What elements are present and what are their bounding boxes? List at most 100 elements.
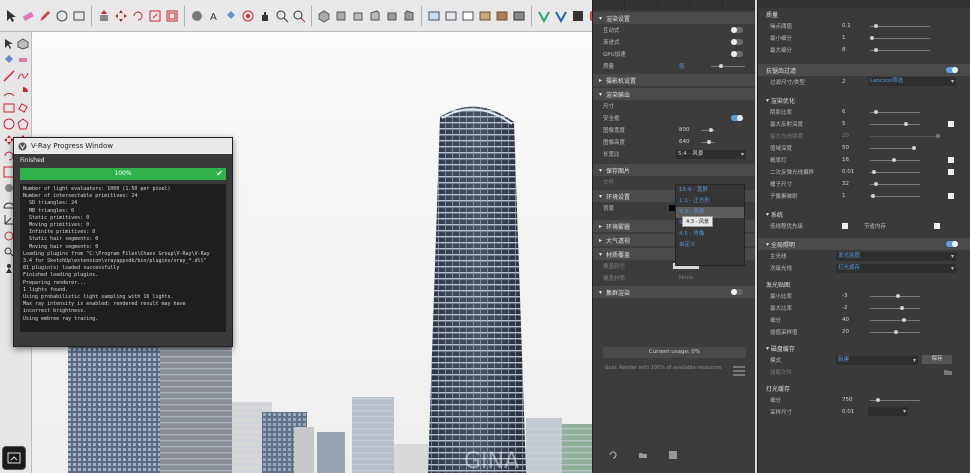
low-thread-checkbox[interactable] <box>842 223 848 229</box>
show-desktop-icon[interactable] <box>2 446 26 470</box>
primary-dropdown[interactable]: 发光贴图 ▾ <box>836 251 956 261</box>
right-view-icon[interactable] <box>368 9 382 23</box>
pencil-icon[interactable] <box>38 9 52 23</box>
pie-icon[interactable] <box>17 86 29 98</box>
freehand-icon[interactable] <box>17 70 29 82</box>
wireframe-icon[interactable] <box>444 9 458 23</box>
scale-icon[interactable] <box>148 9 162 23</box>
top-view-icon[interactable] <box>334 9 348 23</box>
memory-checkbox[interactable] <box>934 223 940 229</box>
width-value[interactable]: 800 <box>679 127 690 133</box>
section-save-image[interactable]: ▾ 保存图片 <box>593 164 755 176</box>
aspect-option[interactable]: 4:5 - 肖像 <box>676 229 744 240</box>
shaded-icon[interactable] <box>478 9 492 23</box>
back-view-icon[interactable] <box>385 9 399 23</box>
disk-cache-head[interactable]: ▾ 磁盘缓存 <box>758 342 970 354</box>
max-subdiv-slider[interactable] <box>870 48 930 52</box>
aspect-option[interactable]: 16:9 - 宽屏 <box>676 185 744 196</box>
gpu-toggle[interactable] <box>731 51 743 57</box>
zoom-icon[interactable] <box>275 9 289 23</box>
subdivs-slider[interactable] <box>870 318 920 322</box>
subpixel-checkbox[interactable] <box>948 193 954 199</box>
iso-view-icon[interactable] <box>317 9 331 23</box>
rectangle-icon[interactable] <box>72 9 86 23</box>
filter-type-dropdown[interactable]: Lanczos筛选 ▾ <box>868 77 956 86</box>
secondary-checkbox[interactable] <box>948 169 954 175</box>
front-view-icon[interactable] <box>351 9 365 23</box>
swarm-toggle[interactable] <box>731 289 743 295</box>
push-pull-icon[interactable] <box>97 9 111 23</box>
safe-frame-toggle[interactable] <box>731 115 743 121</box>
width-slider[interactable] <box>701 128 715 132</box>
circle-icon[interactable] <box>55 9 69 23</box>
select-icon[interactable] <box>3 38 15 50</box>
eraser-icon[interactable] <box>21 9 35 23</box>
vray-progress-window[interactable]: V-Ray Progress Window Finished 100% ✔ Nu… <box>13 137 233 347</box>
line-icon[interactable] <box>2 70 15 82</box>
vray-render-icon[interactable] <box>537 9 551 23</box>
tab-assets[interactable] <box>593 0 626 10</box>
aspect-option[interactable]: 1:1 - 正方形 <box>676 196 744 207</box>
probab-checkbox[interactable] <box>948 157 954 163</box>
move-icon[interactable] <box>114 9 128 23</box>
save-cache-button[interactable]: 保存 <box>922 355 952 364</box>
pan-icon[interactable] <box>258 9 272 23</box>
xray-icon[interactable] <box>427 9 441 23</box>
height-slider[interactable] <box>701 140 715 144</box>
secondary-slider[interactable] <box>870 170 920 174</box>
hidden-line-icon[interactable] <box>461 9 475 23</box>
vray-frame-buffer-icon[interactable] <box>571 9 585 23</box>
probab-slider[interactable] <box>870 158 920 162</box>
orbit-icon[interactable] <box>241 9 255 23</box>
vray-interactive-icon[interactable] <box>554 9 568 23</box>
polygon-icon[interactable] <box>16 118 29 130</box>
tape-measure-icon[interactable] <box>190 9 204 23</box>
height-value[interactable]: 640 <box>679 139 690 145</box>
secondary-gi-dropdown[interactable]: 灯光缓存 ▾ <box>836 263 956 273</box>
section-swarm[interactable]: ▾ 集群渲染 <box>593 286 755 298</box>
max-depth-checkbox[interactable] <box>948 121 954 127</box>
aspect-option[interactable]: 自定义 <box>676 240 744 251</box>
shading-slider[interactable] <box>870 110 920 114</box>
erase-icon[interactable] <box>17 54 29 66</box>
aa-filter-head[interactable]: 抗锯齿过滤 <box>758 64 970 76</box>
tab-render[interactable] <box>658 0 691 10</box>
noise-slider[interactable] <box>870 24 930 28</box>
interactive-toggle[interactable] <box>731 27 743 33</box>
component-icon[interactable] <box>17 38 29 50</box>
bucket-slider[interactable] <box>870 182 920 186</box>
clamp-slider[interactable] <box>870 146 916 150</box>
save-icon[interactable] <box>668 450 678 460</box>
paint-bucket-icon[interactable] <box>224 9 238 23</box>
left-view-icon[interactable] <box>402 9 416 23</box>
open-folder-icon[interactable] <box>638 450 648 460</box>
lc-sample-dropdown[interactable]: ▾ <box>868 407 908 416</box>
tab-options[interactable] <box>690 0 723 10</box>
subpixel-slider[interactable] <box>870 194 920 198</box>
optimization-head[interactable]: ▾ 渲染优化 <box>758 94 970 106</box>
aa-filter-toggle[interactable] <box>946 67 958 73</box>
section-output[interactable]: ▾ 渲染输出 <box>593 88 755 100</box>
section-render[interactable]: ▾ 渲染设置 <box>593 12 755 24</box>
render-log[interactable]: Number of light evaluators: 1000 (1.50 p… <box>20 184 226 332</box>
undo-icon[interactable] <box>608 450 618 460</box>
text-icon[interactable]: A <box>207 9 221 23</box>
max-intensity-slider[interactable] <box>870 134 940 138</box>
circle-tool-icon[interactable] <box>3 118 15 130</box>
max-rate-slider[interactable] <box>870 306 920 310</box>
max-depth-slider[interactable] <box>870 122 920 126</box>
offset-icon[interactable] <box>165 9 179 23</box>
gi-head[interactable]: ▾ 全局照明 <box>758 238 970 250</box>
textured-icon[interactable] <box>495 9 509 23</box>
monochrome-icon[interactable] <box>512 9 526 23</box>
tab-more[interactable] <box>723 0 755 10</box>
resource-icon[interactable] <box>732 364 746 378</box>
arc-icon[interactable] <box>3 86 15 98</box>
section-camera[interactable]: ▸ 摄影机设置 <box>593 74 755 86</box>
mode-dropdown[interactable]: 新建 ▾ <box>836 355 918 365</box>
progress-window-titlebar[interactable]: V-Ray Progress Window <box>14 138 232 154</box>
paint-icon[interactable] <box>3 54 15 66</box>
quality-value[interactable]: 低 <box>679 62 685 70</box>
rotated-rect-icon[interactable] <box>17 102 29 114</box>
aspect-dropdown[interactable]: 5:4 - 风景 ▾ <box>676 149 746 159</box>
